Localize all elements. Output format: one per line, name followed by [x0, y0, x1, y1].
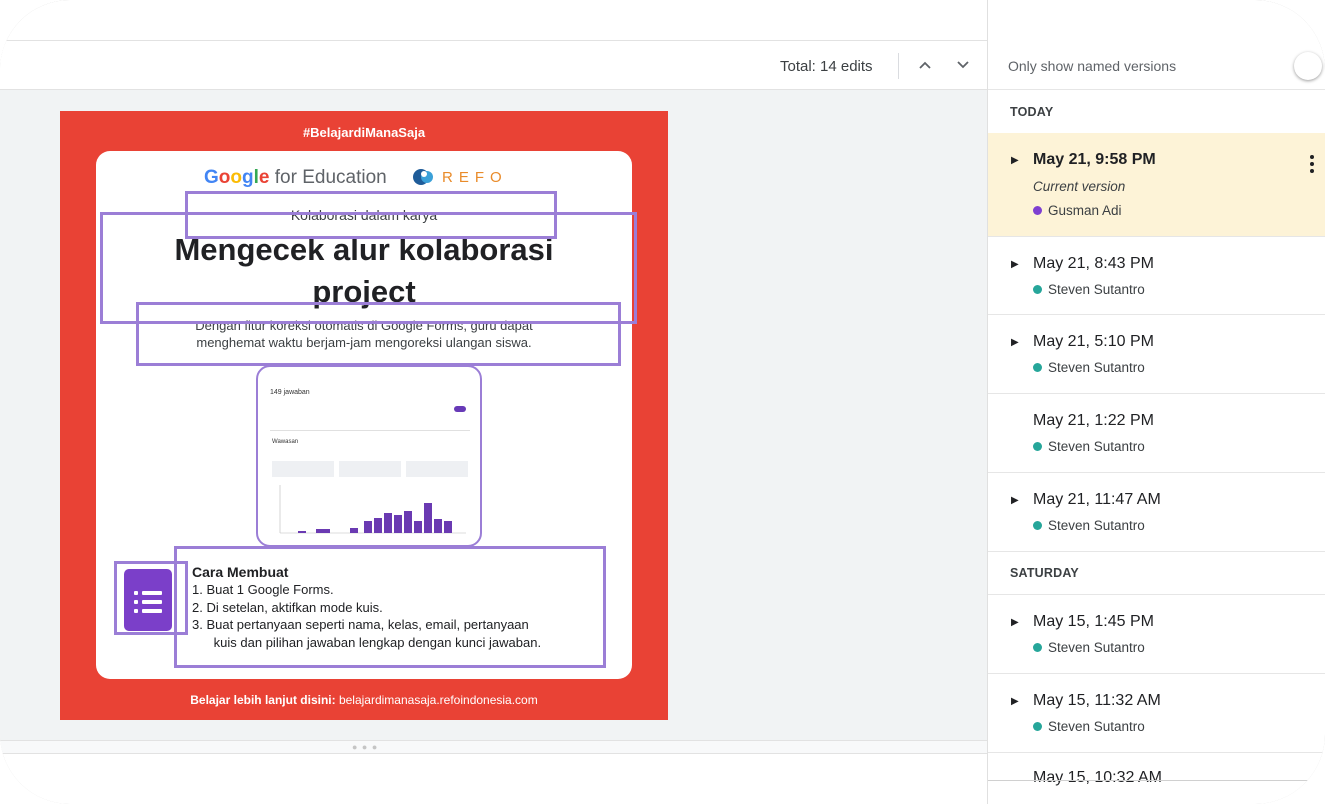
document-area: Total: 14 edits #BelajardiManaSaja Googl…	[0, 0, 987, 804]
version-item[interactable]: ▶ May 15, 11:32 AM Steven Sutantro	[988, 674, 1325, 752]
refo-wordmark: REFO	[442, 169, 508, 186]
refo-logo	[413, 169, 433, 185]
author-color-dot	[1033, 363, 1042, 372]
histogram-icon	[279, 485, 466, 534]
version-item[interactable]: ▶ May 21, 8:43 PM Steven Sutantro	[988, 237, 1325, 314]
named-versions-toggle[interactable]	[1294, 52, 1322, 80]
chevron-down-icon	[957, 61, 969, 69]
only-named-label: Only show named versions	[1008, 58, 1177, 74]
slide-footer: Belajar lebih lanjut disini: belajardima…	[190, 693, 538, 707]
version-history-panel: Only show named versions TODAY ▶ May 21,…	[987, 0, 1325, 804]
divider	[270, 430, 470, 431]
resize-handle[interactable]: ● ● ●	[0, 740, 987, 754]
stats-row	[272, 461, 468, 477]
group-saturday: SATURDAY	[1010, 566, 1079, 580]
version-item[interactable]: ▶ May 21, 5:10 PM Steven Sutantro	[988, 315, 1325, 393]
author-color-dot	[1033, 722, 1042, 731]
expand-arrow-icon[interactable]: ▶	[1011, 696, 1019, 707]
google-for-education-logo: Google for Education	[204, 167, 387, 188]
version-item[interactable]: May 15, 10:32 AM	[988, 753, 1325, 793]
section-label: Wawasan	[272, 439, 299, 445]
version-toolbar: Total: 14 edits	[0, 41, 987, 90]
author-color-dot	[1033, 643, 1042, 652]
expand-arrow-icon[interactable]: ▶	[1011, 337, 1019, 348]
author-color-dot	[1033, 285, 1042, 294]
forms-responses-screenshot: 149 jawaban Wawasan	[256, 365, 482, 547]
author-color-dot	[1033, 206, 1042, 215]
app-window: Total: 14 edits #BelajardiManaSaja Googl…	[0, 0, 1325, 804]
group-today: TODAY	[1010, 105, 1054, 119]
version-item[interactable]: ▶ May 15, 1:45 PM Steven Sutantro	[988, 595, 1325, 673]
author-color-dot	[1033, 442, 1042, 451]
version-item[interactable]: ▶ May 21, 11:47 AM Steven Sutantro	[988, 473, 1325, 551]
expand-arrow-icon[interactable]: ▶	[1011, 259, 1019, 270]
next-edit-button[interactable]	[951, 53, 975, 77]
version-item[interactable]: May 21, 1:22 PM Steven Sutantro	[988, 394, 1325, 472]
expand-arrow-icon[interactable]: ▶	[1011, 495, 1019, 506]
hashtag: #BelajardiManaSaja	[302, 125, 426, 140]
expand-arrow-icon[interactable]: ▶	[1011, 617, 1019, 628]
total-edits: Total: 14 edits	[780, 58, 873, 75]
author-color-dot	[1033, 521, 1042, 530]
drag-handle-icon: ● ● ●	[352, 742, 379, 752]
chevron-up-icon	[919, 61, 931, 69]
response-count: 149 jawaban	[270, 389, 310, 396]
edit-highlight	[174, 546, 606, 668]
version-item[interactable]: ▶ May 21, 9:58 PM Current version Gusman…	[988, 133, 1325, 236]
expand-arrow-icon[interactable]: ▶	[1011, 155, 1019, 166]
kebab-menu-icon[interactable]	[1310, 155, 1314, 176]
edit-highlight	[136, 302, 621, 366]
previous-edit-button[interactable]	[913, 53, 937, 77]
divider	[988, 89, 1325, 90]
slide[interactable]: #BelajardiManaSaja Google for Education …	[60, 111, 668, 720]
toolbar-separator	[898, 53, 899, 79]
toggle-icon	[454, 406, 466, 412]
